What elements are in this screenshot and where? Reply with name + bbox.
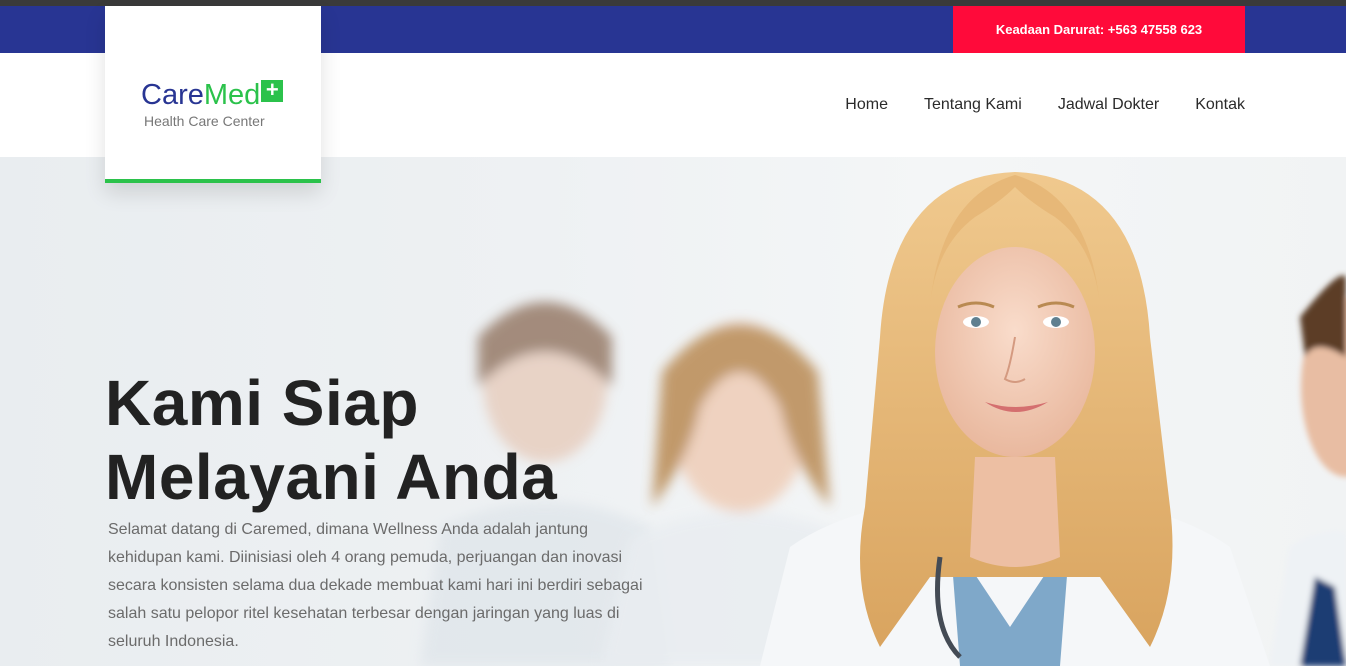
hero-title-line-2: Melayani Anda [105,441,558,513]
hero-description: Selamat datang di Caremed, dimana Wellne… [108,521,643,650]
hero-title-line-1: Kami Siap [105,367,419,439]
hero-section: Kami Siap Melayani Anda Selamat datang d… [0,157,1346,666]
logo[interactable]: CareMed + Health Care Center [105,6,321,183]
nav-item-home[interactable]: Home [845,96,888,114]
nav-item-jadwal-dokter[interactable]: Jadwal Dokter [1058,96,1159,114]
medical-plus-icon: + [261,79,284,102]
logo-tagline: Health Care Center [144,113,265,129]
nav-item-tentang-kami[interactable]: Tentang Kami [924,96,1022,114]
logo-wordmark: CareMed + [141,79,284,111]
logo-name-med: Med [203,79,261,111]
emergency-contact-button[interactable]: Keadaan Darurat: +563 47558 623 [953,6,1245,53]
logo-name-care: Care [141,79,204,111]
nav-links: Home Tentang Kami Jadwal Dokter Kontak [845,53,1245,157]
hero-title: Kami Siap Melayani Anda [105,366,557,514]
nav-item-kontak[interactable]: Kontak [1195,96,1245,114]
